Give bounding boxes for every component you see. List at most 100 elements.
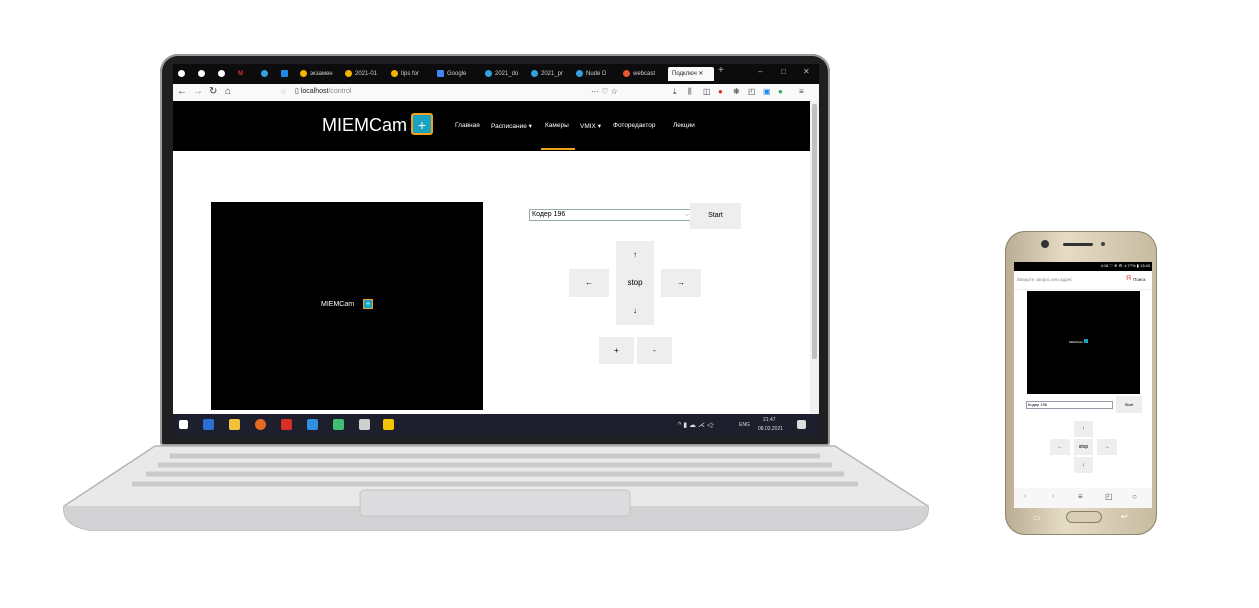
reload-icon[interactable]: ↻ [209,86,217,97]
brand-logo-icon[interactable]: + [411,113,433,135]
menu-icon[interactable]: ≡ [1078,492,1083,501]
office-icon[interactable] [281,419,292,430]
browser-tab[interactable]: tips for [391,67,431,81]
phone-encoder-select[interactable]: Кодер 196 [1026,401,1113,409]
tab-label: Google [447,71,467,77]
phone-pan-right-button[interactable]: → [1097,439,1117,455]
browser-tab[interactable] [281,67,291,81]
scrollbar-thumb[interactable] [812,104,817,359]
phone-stop-button[interactable]: stop [1074,439,1093,455]
file-explorer-icon[interactable] [229,419,240,430]
yandex-icon: Я [1126,275,1132,282]
minimize-icon[interactable]: – [758,67,762,76]
browser-tab[interactable] [198,67,208,81]
nav-lectures[interactable]: Лекции [673,122,695,129]
app-icon[interactable] [333,419,344,430]
home-icon[interactable]: ○ [1132,492,1137,501]
browser-tab[interactable]: 2021_do [485,67,527,81]
pan-up-button[interactable]: ↑ [616,241,654,269]
tab-favicon [261,69,268,77]
tab-label: Nude D [586,71,607,77]
phone-address-bar[interactable]: Введите запрос или адрес Я Поиск [1014,271,1152,290]
maximize-icon[interactable]: □ [781,67,786,76]
sidebar-icon[interactable]: ◫ [703,87,711,96]
tab-favicon [300,69,307,77]
phone-home-button[interactable] [1066,511,1102,523]
phone-address-input[interactable]: Введите запрос или адрес [1017,277,1072,282]
app-icon[interactable] [359,419,370,430]
windows-start-icon[interactable] [179,420,188,429]
home-icon[interactable]: ⌂ [225,86,231,97]
clock-time[interactable]: 21:47 [763,417,776,423]
phone-pan-down-button[interactable]: ↓ [1074,457,1093,473]
vscode-icon[interactable] [307,419,318,430]
forward-icon[interactable]: → [193,86,203,97]
forward-icon[interactable]: › [1052,493,1054,500]
clock-date[interactable]: 08.03.2021 [758,426,783,432]
close-window-icon[interactable]: ✕ [803,67,810,76]
notifications-icon[interactable] [797,420,806,429]
tab-favicon [531,69,538,77]
extension-icon[interactable]: ● [778,87,783,96]
extension-icon[interactable]: ● [718,87,723,96]
nav-home[interactable]: Главная [455,122,480,129]
pan-down-button[interactable]: ↓ [616,297,654,325]
phone-start-button[interactable]: Start [1116,396,1142,413]
back-icon[interactable]: ← [177,86,187,97]
browser-tab[interactable] [261,67,271,81]
new-tab-button[interactable]: + [718,65,724,76]
gmail-tab[interactable]: M [238,67,243,81]
zoom-in-button[interactable]: + [599,337,634,364]
close-tab-icon[interactable]: ✕ [698,71,703,77]
encoder-select[interactable]: Кодер 196 ⌵ [529,209,691,221]
download-icon[interactable]: ⤓ [673,87,677,97]
browser-tab[interactable]: webcast [623,67,665,81]
menu-icon[interactable]: ≡ [799,87,804,96]
tab-label: Подключ [672,71,697,77]
site-brand[interactable]: MIEMCam [322,115,407,136]
powershell-icon[interactable] [203,419,214,430]
start-button[interactable]: Start [690,203,741,229]
phone-camera-icon [1041,240,1049,248]
nav-cameras[interactable]: Камеры [545,122,569,129]
tab-label: 2021-01 [355,71,378,77]
browser-tab[interactable]: Nude D [576,67,618,81]
pan-right-button[interactable]: → [661,269,701,297]
tray-icons[interactable]: ^ ▮ ☁ ⋌ ◁ᐧ [678,421,714,429]
extension-icon[interactable]: ▣ [763,87,771,96]
tabs-icon[interactable]: ◰ [1105,492,1113,501]
tab-favicon [345,69,352,77]
page-actions-icon[interactable]: ··· ♡ ☆ [591,87,618,96]
library-icon[interactable]: ⫼ [688,87,692,97]
recent-apps-icon[interactable]: ▭ [1033,513,1041,522]
tab-label: webcast [633,71,656,77]
extension-icon[interactable]: ◰ [748,87,756,96]
browser-tab[interactable] [178,67,188,81]
extension-icon[interactable]: ❋ [733,87,740,96]
zoom-out-button[interactable]: - [637,337,672,364]
phone-pan-left-button[interactable]: ← [1050,439,1070,455]
phone-camera-video: MIEMCam [1027,291,1140,394]
phone-pan-up-button[interactable]: ↑ [1074,421,1093,437]
language-indicator[interactable]: ENG [739,422,750,428]
shield-icon[interactable]: ◌ [281,87,286,96]
browser-tab[interactable]: 2021-01 [345,67,385,81]
nav-schedule[interactable]: Расписание ▾ [491,122,532,130]
active-nav-indicator [541,148,575,150]
browser-tab[interactable] [218,67,228,81]
browser-tab[interactable]: Google [437,67,479,81]
nav-photo-editor[interactable]: Фоторедактор [613,122,655,129]
tab-favicon [281,69,288,77]
pan-left-button[interactable]: ← [569,269,609,297]
browser-tab[interactable]: 2021_pr [531,67,573,81]
stop-button[interactable]: stop [616,269,654,297]
firefox-icon[interactable] [255,419,266,430]
back-icon[interactable]: ‹ [1024,493,1026,500]
nav-vmix[interactable]: VMIX ▾ [580,122,601,130]
tab-favicon [198,69,205,77]
back-icon[interactable]: ↩ [1121,512,1128,521]
phone-search-button[interactable]: Поиск [1133,277,1145,282]
active-browser-tab[interactable]: Подключ ✕ [668,67,714,81]
browser-tab[interactable]: экзамен [300,67,340,81]
sticky-notes-icon[interactable] [383,419,394,430]
